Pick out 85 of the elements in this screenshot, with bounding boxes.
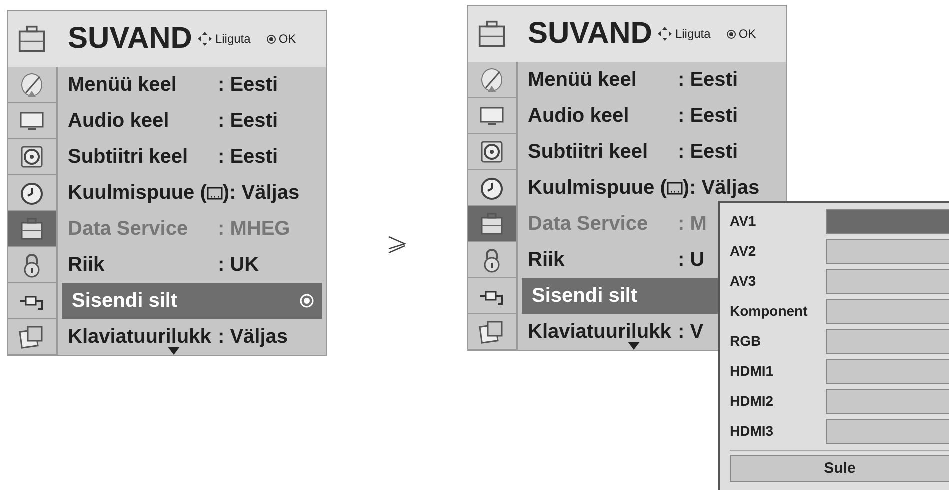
item-label: Kuulmispuue ( xyxy=(68,182,207,204)
category-tab[interactable] xyxy=(8,211,56,247)
item-label: Sisendi silt xyxy=(72,290,178,312)
ok-dot-icon xyxy=(266,34,276,44)
input-name: RGB xyxy=(730,333,762,349)
menu-title: SUVAND xyxy=(68,22,192,56)
category-tab[interactable] xyxy=(468,206,516,242)
label-field[interactable] xyxy=(826,238,949,264)
menu-item[interactable]: Subtiitri keel : Eesti xyxy=(62,139,322,175)
label-field[interactable] xyxy=(826,418,949,444)
label-field[interactable] xyxy=(826,208,949,234)
category-tab[interactable] xyxy=(8,247,56,283)
item-label: Riik xyxy=(528,248,565,272)
input-name: AV1 xyxy=(730,213,758,229)
category-tab[interactable] xyxy=(468,134,516,170)
label-field[interactable] xyxy=(826,298,949,324)
category-tab[interactable] xyxy=(468,98,516,134)
item-label: Menüü keel xyxy=(528,68,637,92)
category-tab[interactable] xyxy=(8,139,56,175)
hint-label: Liiguta xyxy=(675,27,711,41)
hint-label: Liiguta xyxy=(215,32,251,46)
item-value: : UK xyxy=(218,254,260,276)
item-label: Data Service xyxy=(68,218,188,240)
item-label: ) xyxy=(222,182,230,204)
item-label: Audio keel xyxy=(68,110,170,132)
category-tab[interactable] xyxy=(8,175,56,211)
category-tab[interactable] xyxy=(468,242,516,278)
move-arrows-icon xyxy=(658,27,672,41)
item-label: Subtiitri keel xyxy=(528,140,648,164)
category-tab[interactable] xyxy=(468,314,516,350)
menu-item[interactable]: Kuulmispuue ( ): Väljas xyxy=(62,175,322,211)
item-value: : Eesti xyxy=(678,68,738,92)
menu-item[interactable]: Kuulmispuue ( ): Väljas xyxy=(522,170,782,206)
item-label: Kuulmispuue ( xyxy=(528,176,667,200)
category-tab[interactable] xyxy=(468,278,516,314)
menu-item[interactable]: Menüü keel : Eesti xyxy=(62,67,322,103)
menu-item[interactable]: Menüü keel : Eesti xyxy=(522,62,782,98)
input-name: AV2 xyxy=(730,243,758,259)
input-name: HDMI2 xyxy=(730,393,775,409)
input-name: HDMI3 xyxy=(730,423,775,439)
category-tab[interactable] xyxy=(468,170,516,206)
item-label: Riik xyxy=(68,254,105,276)
category-tab[interactable] xyxy=(8,103,56,139)
label-field[interactable] xyxy=(826,358,949,384)
menu-item[interactable]: Audio keel : Eesti xyxy=(62,103,322,139)
menu-item[interactable]: Riik : UK xyxy=(62,247,322,283)
next-arrow-icon xyxy=(387,235,407,255)
move-arrows-icon xyxy=(198,32,212,46)
ok-dot-icon xyxy=(726,30,736,38)
label-field[interactable] xyxy=(826,268,949,294)
item-value: : Eesti xyxy=(678,140,738,164)
category-tab[interactable] xyxy=(8,283,56,319)
item-value: : U xyxy=(678,248,705,272)
subtitle-icon xyxy=(206,186,223,200)
item-value: : Eesti xyxy=(218,74,278,96)
item-label: Klaviatuurilukk xyxy=(528,320,672,344)
item-label: Klaviatuurilukk xyxy=(68,326,212,348)
item-value: : V xyxy=(678,320,704,344)
subtitle-icon xyxy=(666,181,683,195)
item-label: Data Service xyxy=(528,212,648,236)
menu-item[interactable]: Klaviatuurilukk : Väljas xyxy=(62,319,322,355)
label-field[interactable] xyxy=(826,388,949,414)
item-value: : Eesti xyxy=(218,146,278,168)
menu-item[interactable]: Audio keel : Eesti xyxy=(522,98,782,134)
item-label: Subtiitri keel xyxy=(68,146,188,168)
item-value: : M xyxy=(678,212,707,236)
item-label: Audio keel xyxy=(528,104,630,128)
label-field[interactable] xyxy=(826,328,949,354)
menu-title: SUVAND xyxy=(528,17,652,51)
menu-item[interactable]: Sisendi silt xyxy=(62,283,322,319)
item-value: : Väljas xyxy=(218,326,288,348)
hint-label: OK xyxy=(278,32,296,46)
input-name: HDMI1 xyxy=(730,363,775,379)
item-value: : Eesti xyxy=(218,110,278,132)
menu-item[interactable]: Subtiitri keel : Eesti xyxy=(522,134,782,170)
close-button[interactable]: Sule xyxy=(730,455,949,482)
item-value: : Eesti xyxy=(678,104,738,128)
category-tab[interactable] xyxy=(8,319,56,355)
hint-label: OK xyxy=(738,27,756,41)
item-label: ) xyxy=(682,176,690,200)
item-label: Menüü keel xyxy=(68,74,177,96)
item-value: : MHEG xyxy=(218,218,290,240)
item-label: Sisendi silt xyxy=(532,284,638,308)
item-value: : Väljas xyxy=(690,176,760,200)
item-value: : Väljas xyxy=(230,182,300,204)
